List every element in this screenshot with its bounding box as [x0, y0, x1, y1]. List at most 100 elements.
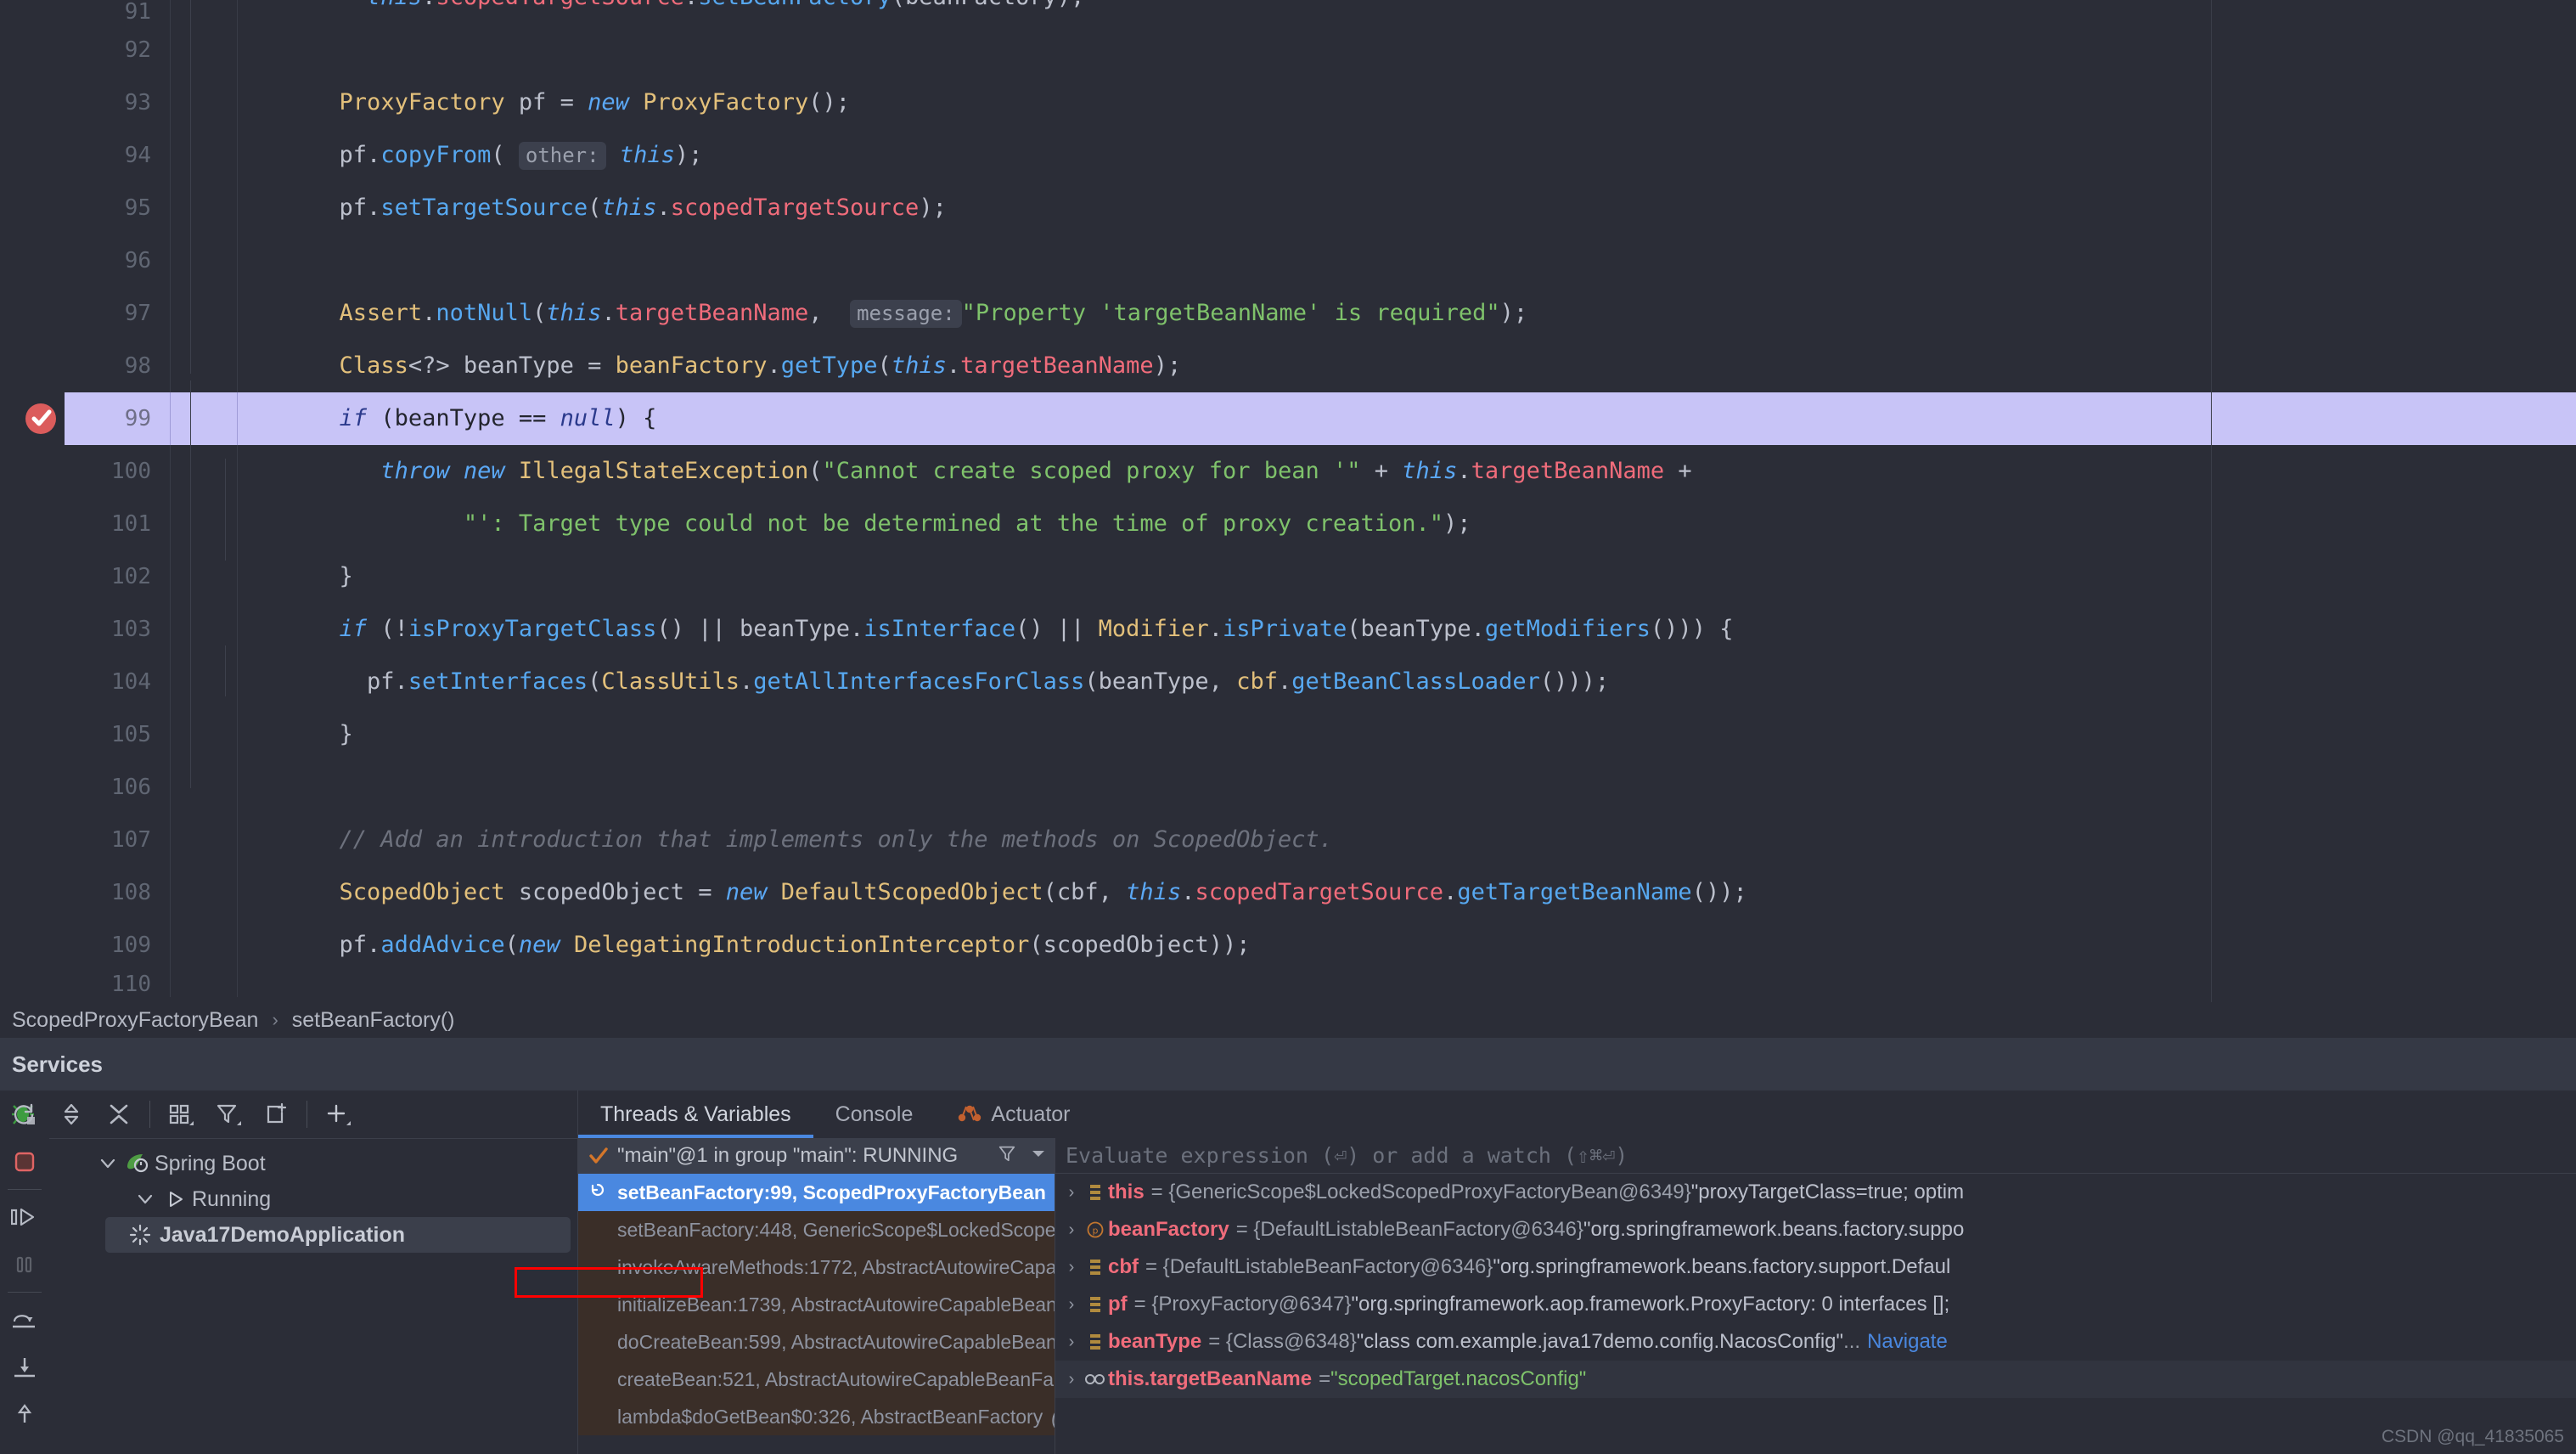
gutter-icon-area[interactable] — [0, 445, 65, 498]
filter-icon[interactable] — [997, 1143, 1017, 1169]
code-text[interactable]: pf.copyFrom( other: this); — [238, 129, 2576, 182]
code-line[interactable]: 95 pf.setTargetSource(this.scopedTargetS… — [0, 182, 2576, 234]
code-text[interactable]: pf.setTargetSource(this.scopedTargetSour… — [238, 182, 2576, 234]
resume-program-button[interactable] — [0, 1193, 49, 1241]
rerun-icon[interactable] — [0, 1090, 48, 1138]
gutter-icon-area[interactable] — [0, 234, 65, 287]
stop-button[interactable] — [0, 1138, 49, 1186]
code-line[interactable]: 105 } — [0, 708, 2576, 761]
tab-console[interactable]: Console — [813, 1090, 936, 1138]
gutter-icon-area[interactable] — [0, 24, 65, 76]
variable-row-cbf[interactable]: › cbf = {DefaultListableBeanFactory@6346… — [1055, 1248, 2576, 1286]
code-line[interactable]: 109 pf.addAdvice(new DelegatingIntroduct… — [0, 919, 2576, 972]
gutter-icon-area[interactable] — [0, 392, 65, 445]
navigate-link[interactable]: Navigate — [1867, 1330, 1948, 1354]
step-over-button[interactable] — [0, 1296, 49, 1344]
gutter-icon-area[interactable] — [0, 498, 65, 550]
annotation-bar[interactable] — [171, 603, 237, 656]
annotation-bar[interactable] — [171, 234, 237, 287]
evaluate-expression-input[interactable]: Evaluate expression (⏎) or add a watch (… — [1055, 1138, 2576, 1174]
code-line-current-execution[interactable]: 99 if (beanType == null) { — [0, 392, 2576, 445]
code-text[interactable]: throw new IllegalStateException("Cannot … — [238, 445, 2576, 498]
annotation-bar[interactable] — [171, 445, 237, 498]
gutter-icon-area[interactable] — [0, 129, 65, 182]
frames-list[interactable]: "main"@1 in group "main": RUNNING setBea… — [578, 1138, 1055, 1454]
annotation-bar[interactable] — [171, 392, 237, 445]
step-out-button[interactable] — [0, 1391, 49, 1439]
frame-row[interactable]: invokeAwareMethods:1772, AbstractAutowir… — [578, 1248, 1055, 1286]
code-line[interactable]: 97 Assert.notNull(this.targetBeanName, m… — [0, 287, 2576, 340]
annotation-bar[interactable] — [171, 972, 237, 997]
gutter-icon-area[interactable] — [0, 603, 65, 656]
gutter-icon-area[interactable] — [0, 287, 65, 340]
gutter-icon-area[interactable] — [0, 76, 65, 129]
code-editor[interactable]: 91 this.scopedTargetSource.setBeanFactor… — [0, 0, 2576, 1002]
variable-row-beanfactory[interactable]: › p beanFactory = {DefaultListableBeanFa… — [1055, 1211, 2576, 1248]
tree-item-spring-boot[interactable]: Spring Boot — [49, 1146, 577, 1181]
chevron-right-icon[interactable]: › — [1060, 1370, 1083, 1389]
gutter-icon-area[interactable] — [0, 656, 65, 708]
annotation-bar[interactable] — [171, 814, 237, 866]
gutter-icon-area[interactable] — [0, 761, 65, 814]
services-toolbar[interactable] — [0, 1090, 577, 1138]
code-line[interactable]: 100 throw new IllegalStateException("Can… — [0, 445, 2576, 498]
gutter-icon-area[interactable] — [0, 708, 65, 761]
variables-panel[interactable]: Evaluate expression (⏎) or add a watch (… — [1055, 1138, 2576, 1454]
code-text[interactable]: Assert.notNull(this.targetBeanName, mess… — [238, 287, 2576, 340]
code-line[interactable]: 108 ScopedObject scopedObject = new Defa… — [0, 866, 2576, 919]
code-line[interactable]: 107 // Add an introduction that implemen… — [0, 814, 2576, 866]
frame-row[interactable]: initializeBean:1739, AbstractAutowireCap… — [578, 1286, 1055, 1323]
frame-row[interactable]: createBean:521, AbstractAutowireCapableB… — [578, 1361, 1055, 1398]
annotation-bar[interactable] — [171, 708, 237, 761]
code-text[interactable] — [238, 24, 2576, 76]
gutter-icon-area[interactable] — [0, 866, 65, 919]
debugger-panel[interactable]: Threads & Variables Console Actuator "ma… — [578, 1090, 2576, 1454]
frame-row[interactable]: lambda$doGetBean$0:326, AbstractBeanFact… — [578, 1398, 1055, 1435]
chevron-down-icon[interactable] — [131, 1190, 160, 1209]
code-text[interactable] — [238, 972, 2576, 997]
code-line[interactable]: 92 — [0, 24, 2576, 76]
tab-threads-and-variables[interactable]: Threads & Variables — [578, 1090, 813, 1138]
chevron-right-icon[interactable]: › — [1060, 1258, 1083, 1277]
code-text[interactable]: ScopedObject scopedObject = new DefaultS… — [238, 866, 2576, 919]
chevron-right-icon[interactable]: › — [1060, 1183, 1083, 1203]
services-tree[interactable]: Spring Boot Running Java17DemoApplicatio… — [49, 1138, 577, 1454]
annotation-bar[interactable] — [171, 182, 237, 234]
annotation-bar[interactable] — [171, 919, 237, 972]
gutter-icon-area[interactable] — [0, 550, 65, 603]
group-icon[interactable] — [157, 1090, 205, 1138]
gutter-icon-area[interactable] — [0, 814, 65, 866]
annotation-bar[interactable] — [171, 129, 237, 182]
code-line[interactable]: 94 pf.copyFrom( other: this); — [0, 129, 2576, 182]
chevron-down-icon[interactable] — [1029, 1144, 1048, 1169]
code-text[interactable]: "': Target type could not be determined … — [238, 498, 2576, 550]
run-control-toolbar[interactable] — [0, 1090, 49, 1454]
breadcrumb[interactable]: ScopedProxyFactoryBean › setBeanFactory(… — [0, 1002, 2576, 1038]
code-text[interactable] — [238, 761, 2576, 814]
code-text[interactable]: } — [238, 550, 2576, 603]
gutter-icon-area[interactable] — [0, 340, 65, 392]
code-text[interactable]: ProxyFactory pf = new ProxyFactory(); — [238, 76, 2576, 129]
annotation-bar[interactable] — [171, 761, 237, 814]
variable-row-target-bean-name[interactable]: › this.targetBeanName = "scopedTarget.na… — [1055, 1361, 2576, 1398]
code-line[interactable]: 102 } — [0, 550, 2576, 603]
annotation-bar[interactable] — [171, 287, 237, 340]
breakpoint-icon[interactable] — [25, 403, 56, 434]
services-panel[interactable]: Spring Boot Running Java17DemoApplicatio… — [0, 1090, 2576, 1454]
annotation-bar[interactable] — [171, 498, 237, 550]
collapse-all-icon[interactable] — [95, 1090, 143, 1138]
frame-row[interactable]: setBeanFactory:448, GenericScope$LockedS… — [578, 1211, 1055, 1248]
code-text[interactable]: pf.addAdvice(new DelegatingIntroductionI… — [238, 919, 2576, 972]
code-line[interactable]: 104 pf.setInterfaces(ClassUtils.getAllIn… — [0, 656, 2576, 708]
debugger-tab-bar[interactable]: Threads & Variables Console Actuator — [578, 1090, 2576, 1138]
breadcrumb-class[interactable]: ScopedProxyFactoryBean — [12, 1008, 258, 1033]
variable-row-pf[interactable]: › pf = {ProxyFactory@6347} "org.springfr… — [1055, 1286, 2576, 1323]
annotation-bar[interactable] — [171, 76, 237, 129]
code-line[interactable]: 98 Class<?> beanType = beanFactory.getTy… — [0, 340, 2576, 392]
breadcrumb-method[interactable]: setBeanFactory() — [292, 1008, 455, 1033]
code-line[interactable]: 96 — [0, 234, 2576, 287]
code-line[interactable]: 106 — [0, 761, 2576, 814]
step-into-button[interactable] — [0, 1344, 49, 1391]
annotation-bar[interactable] — [171, 340, 237, 392]
tree-item-running[interactable]: Running — [49, 1181, 577, 1217]
